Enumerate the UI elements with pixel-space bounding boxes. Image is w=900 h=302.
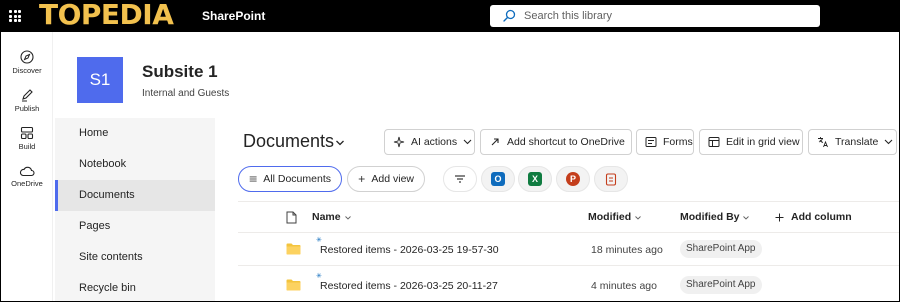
app-bar: Discover Publish Build OneDrive [1, 32, 53, 301]
app-launcher-icon[interactable] [9, 10, 21, 22]
site-title[interactable]: Subsite 1 [142, 62, 218, 82]
nav-item-pages[interactable]: Pages [55, 211, 215, 242]
appbar-label: OneDrive [11, 179, 43, 188]
outlook-icon: O [491, 172, 505, 186]
sparkle-icon [393, 136, 405, 148]
cloud-icon [19, 166, 35, 177]
edit-grid-view-button[interactable]: Edit in grid view [699, 129, 803, 155]
clipboard-icon [605, 173, 617, 186]
search-input[interactable]: Search this library [524, 10, 612, 22]
chevron-down-icon[interactable] [345, 216, 351, 220]
brand-logo[interactable]: TOPEDIA [39, 1, 174, 32]
nav-item-recycle-bin[interactable]: Recycle bin [55, 273, 215, 301]
column-header-modified[interactable]: Modified [588, 211, 631, 223]
suite-header: TOPEDIA SharePoint Search this library [1, 1, 899, 32]
table-row[interactable]: ✳ Restored items - 2026-03-25 19-57-30 1… [238, 234, 899, 266]
forms-label: Forms [663, 136, 693, 148]
ai-actions-label: AI actions [411, 136, 458, 148]
grid-icon [20, 126, 34, 140]
outlook-button[interactable]: O [481, 166, 515, 192]
appbar-onedrive[interactable]: OneDrive [1, 165, 53, 188]
row-modified: 4 minutes ago [591, 280, 657, 292]
appbar-label: Publish [14, 104, 40, 113]
folder-icon [286, 243, 301, 255]
shortcut-icon [491, 138, 499, 146]
nav-item-home[interactable]: Home [55, 118, 215, 149]
new-item-icon: ✳ [316, 237, 322, 244]
appbar-label: Build [18, 142, 36, 151]
search-box[interactable]: Search this library [490, 5, 820, 27]
chevron-down-icon[interactable] [635, 216, 641, 220]
add-column-button[interactable]: Add column [791, 211, 852, 223]
chevron-down-icon[interactable] [335, 139, 345, 147]
row-modified: 18 minutes ago [591, 244, 663, 256]
row-name[interactable]: Restored items - 2026-03-25 20-11-27 [320, 280, 498, 292]
folder-icon [286, 279, 301, 291]
file-type-icon[interactable] [286, 211, 297, 224]
suite-name[interactable]: SharePoint [202, 9, 265, 23]
translate-label: Translate [835, 136, 879, 148]
column-header-modified-by[interactable]: Modified By [680, 211, 740, 223]
view-lines-icon [249, 176, 257, 182]
nav-item-documents[interactable]: Documents [55, 180, 215, 211]
appbar-label: Discover [12, 66, 42, 75]
chevron-down-icon [463, 139, 472, 145]
site-navigation: Home Notebook Documents Pages Site conte… [55, 118, 215, 301]
add-shortcut-button[interactable]: Add shortcut to OneDrive [480, 129, 632, 155]
new-item-icon: ✳ [316, 273, 322, 280]
table-row[interactable]: ✳ Restored items - 2026-03-25 20-11-27 4… [238, 270, 899, 301]
ai-actions-button[interactable]: AI actions [384, 129, 475, 155]
sharepoint-window: TOPEDIA SharePoint Search this library D… [0, 0, 900, 302]
plus-icon [358, 176, 365, 182]
compass-icon [20, 50, 34, 64]
forms-button[interactable]: Forms [636, 129, 694, 155]
powerpoint-button[interactable]: P [556, 166, 590, 192]
nav-item-site-contents[interactable]: Site contents [55, 242, 215, 273]
appbar-publish[interactable]: Publish [1, 88, 53, 113]
table-icon [708, 137, 720, 147]
nav-item-notebook[interactable]: Notebook [55, 149, 215, 180]
excel-button[interactable]: X [518, 166, 552, 192]
row-modified-by[interactable]: SharePoint App [680, 240, 762, 258]
plus-icon[interactable] [775, 213, 784, 222]
add-shortcut-label: Add shortcut to OneDrive [507, 136, 625, 148]
list-header: Name Modified Modified By Add column [238, 201, 899, 233]
row-name[interactable]: Restored items - 2026-03-25 19-57-30 [320, 244, 499, 256]
all-documents-view[interactable]: All Documents [238, 166, 342, 192]
chevron-down-icon [885, 139, 893, 145]
library-title[interactable]: Documents [243, 131, 334, 152]
chevron-down-icon[interactable] [743, 216, 749, 220]
add-view-label: Add view [371, 173, 414, 185]
notification-button[interactable] [594, 166, 628, 192]
add-view-button[interactable]: Add view [347, 166, 425, 192]
appbar-discover[interactable]: Discover [1, 50, 53, 75]
row-modified-by[interactable]: SharePoint App [680, 276, 762, 294]
site-logo[interactable]: S1 [77, 57, 123, 103]
search-icon [503, 9, 516, 22]
excel-icon: X [528, 172, 542, 186]
translate-button[interactable]: Translate [808, 129, 897, 155]
powerpoint-icon: P [566, 172, 580, 186]
site-subtitle: Internal and Guests [142, 88, 230, 99]
pen-icon [22, 89, 33, 102]
column-header-name[interactable]: Name [312, 211, 341, 223]
edit-grid-view-label: Edit in grid view [726, 136, 800, 148]
forms-icon [645, 137, 657, 147]
all-documents-label: All Documents [263, 173, 331, 185]
filter-icon [455, 175, 465, 183]
appbar-build[interactable]: Build [1, 126, 53, 151]
filter-button[interactable] [443, 166, 477, 192]
translate-icon [818, 137, 828, 148]
